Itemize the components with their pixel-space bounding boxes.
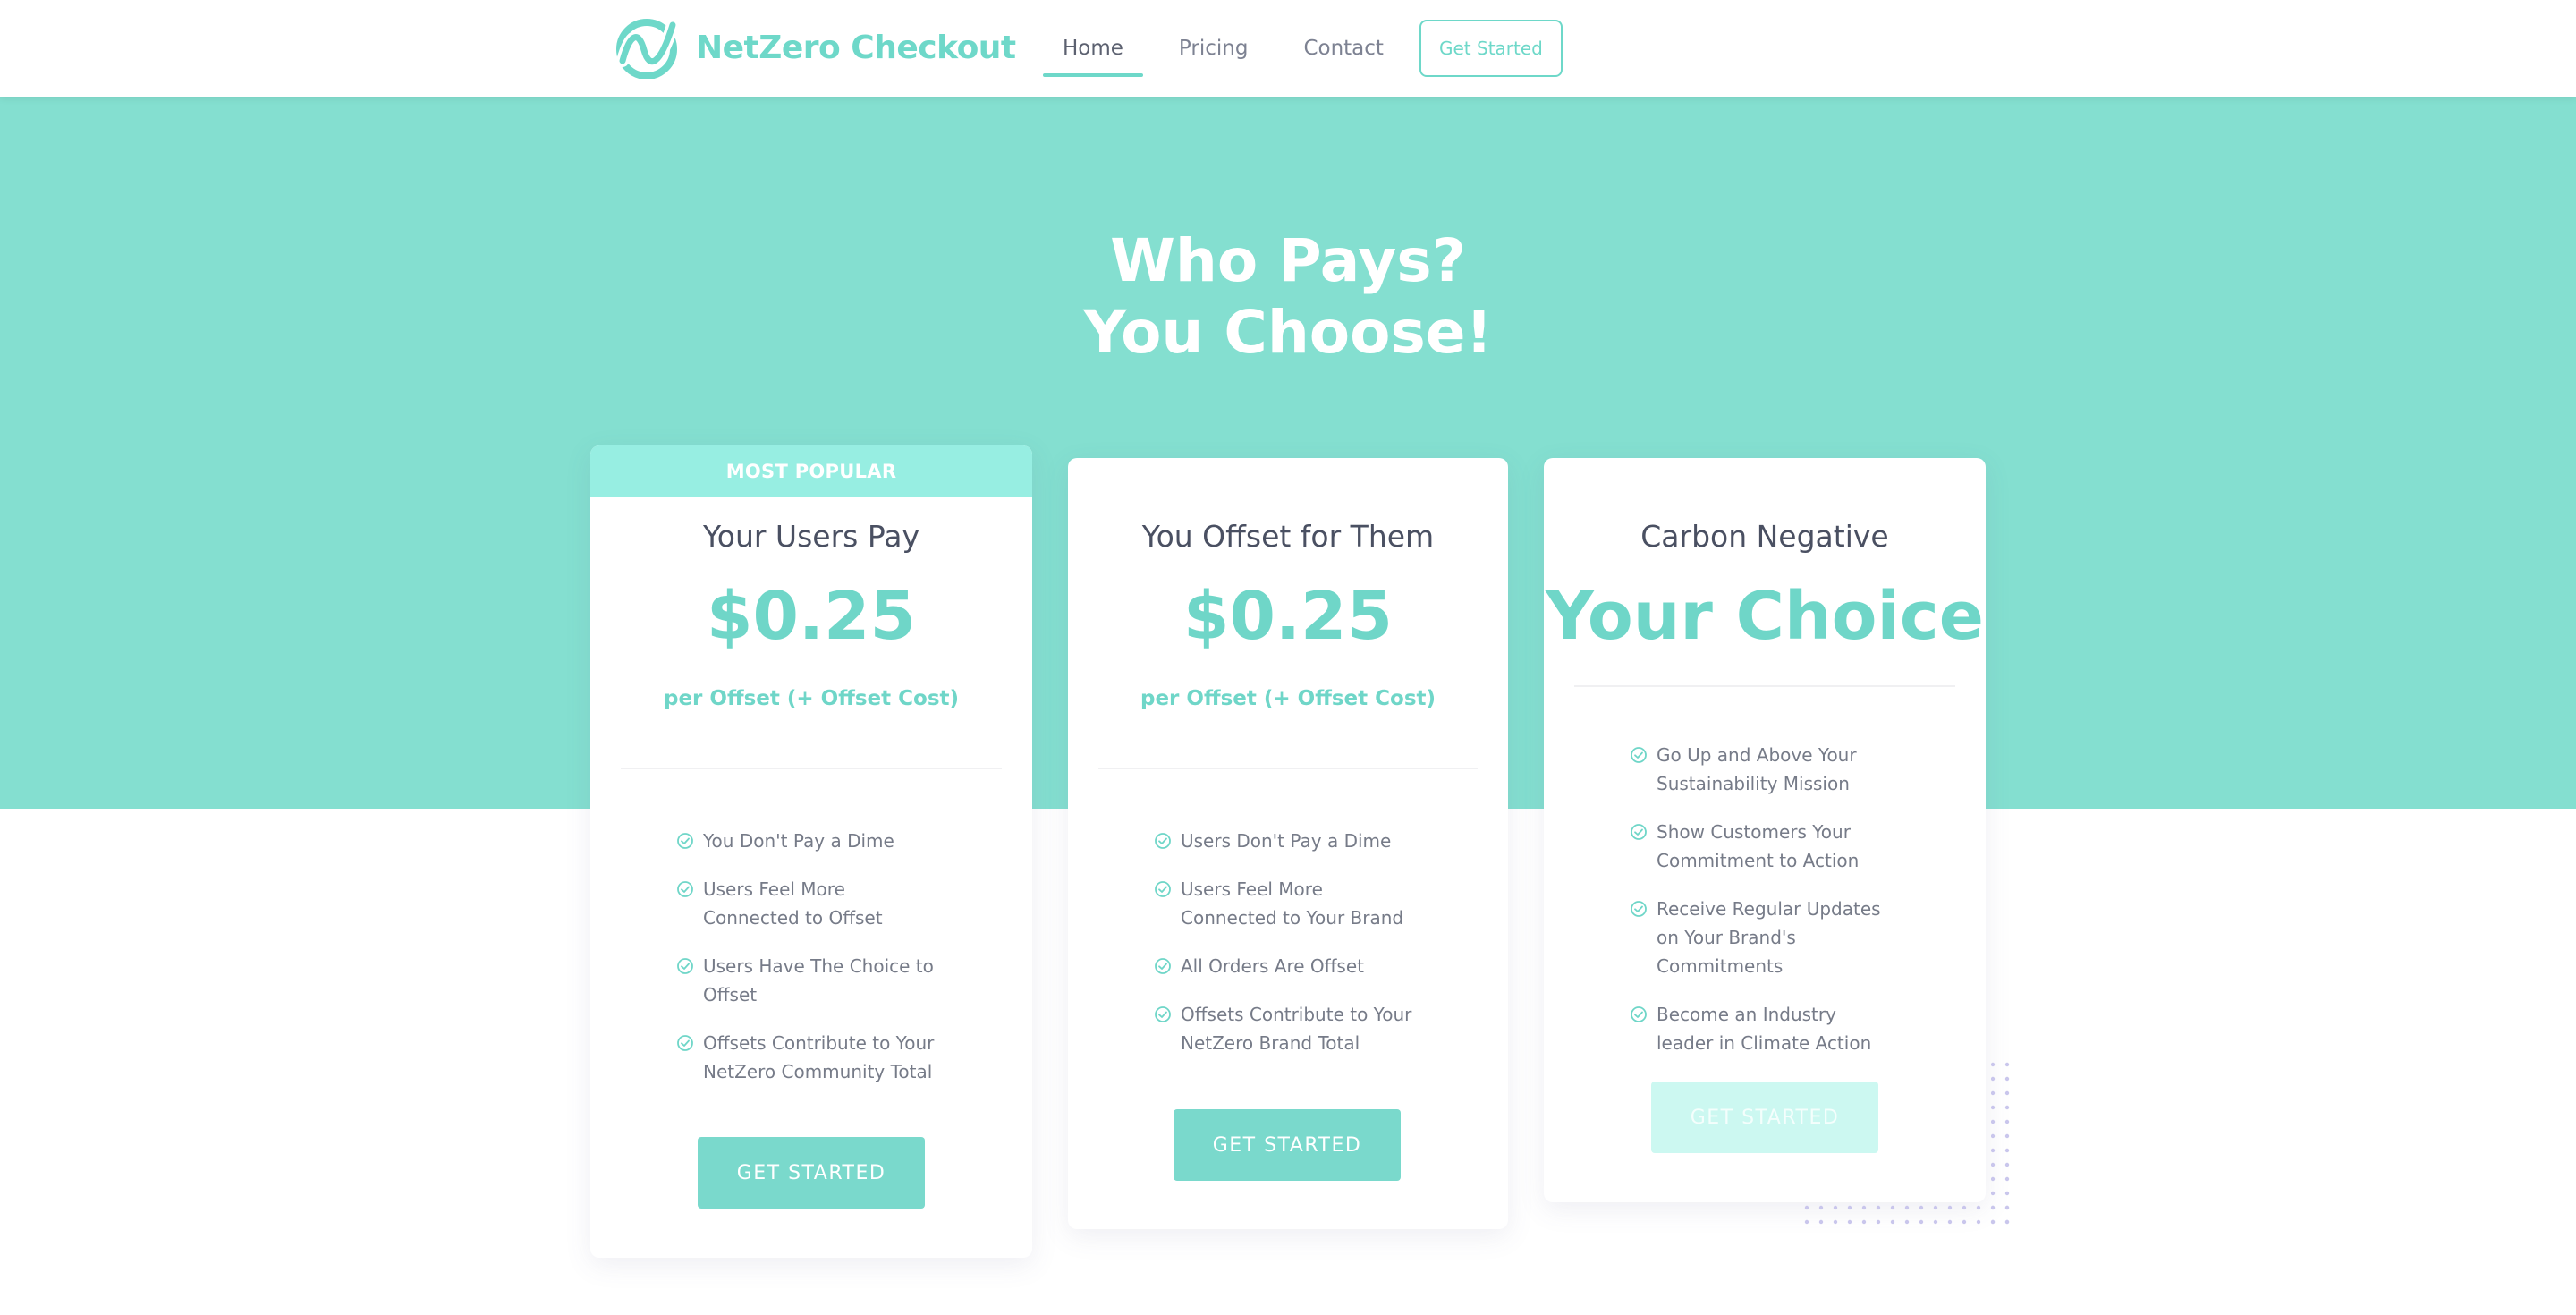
check-circle-icon xyxy=(1155,1006,1171,1022)
feature-text: Show Customers Your Commitment to Action xyxy=(1657,821,1860,871)
feature-text: You Don't Pay a Dime xyxy=(703,830,894,852)
brand-logo[interactable]: NetZero Checkout xyxy=(614,16,1016,79)
feature-text: Go Up and Above Your Sustainability Miss… xyxy=(1657,744,1857,794)
plan-price: $0.25 xyxy=(1182,578,1394,655)
hero-title-line1: Who Pays? xyxy=(1110,226,1466,295)
check-circle-icon xyxy=(677,881,693,897)
feature-item: Users Don't Pay a Dime xyxy=(1154,827,1422,855)
feature-list: Go Up and Above Your Sustainability Miss… xyxy=(1630,741,1898,1077)
plan-price-subtitle: per Offset (+ Offset Cost) xyxy=(1140,687,1436,710)
feature-item: Show Customers Your Commitment to Action xyxy=(1630,818,1898,875)
nav-pricing[interactable]: Pricing xyxy=(1179,0,1249,97)
feature-item: Users Feel More Connected to Offset xyxy=(676,875,945,932)
nav-home[interactable]: Home xyxy=(1043,0,1143,97)
feature-text: All Orders Are Offset xyxy=(1181,955,1364,977)
feature-item: Offsets Contribute to Your NetZero Commu… xyxy=(676,1029,945,1086)
check-circle-icon xyxy=(677,958,693,974)
card-divider xyxy=(1574,685,1955,687)
hero-title: Who Pays? You Choose! xyxy=(0,225,2576,369)
brand-name: NetZero Checkout xyxy=(696,29,1016,66)
feature-text: Users Have The Choice to Offset xyxy=(703,955,934,1005)
plan-price: Your Choice xyxy=(1546,578,1984,655)
plan-name: You Offset for Them xyxy=(1141,519,1435,554)
pricing-card-offset-for-them: You Offset for Them $0.25 per Offset (+ … xyxy=(1068,458,1508,1229)
site-header: NetZero Checkout Home Pricing Contact Ge… xyxy=(0,0,2576,97)
feature-item: Become an Industry leader in Climate Act… xyxy=(1630,1000,1898,1057)
check-circle-icon xyxy=(1155,881,1171,897)
feature-item: All Orders Are Offset xyxy=(1154,952,1422,980)
card-divider xyxy=(1098,768,1478,769)
feature-item: Users Have The Choice to Offset xyxy=(676,952,945,1009)
hero-title-line2: You Choose! xyxy=(1083,298,1493,367)
nav-contact[interactable]: Contact xyxy=(1303,0,1383,97)
feature-text: Users Feel More Connected to Offset xyxy=(703,878,883,929)
check-circle-icon xyxy=(677,1035,693,1051)
feature-text: Receive Regular Updates on Your Brand's … xyxy=(1657,898,1881,977)
plan-price: $0.25 xyxy=(706,578,917,655)
feature-list: You Don't Pay a Dime Users Feel More Con… xyxy=(676,827,945,1106)
get-started-button[interactable]: GET STARTED xyxy=(1174,1109,1401,1181)
most-popular-badge: MOST POPULAR xyxy=(590,445,1032,497)
decorative-dot-grid xyxy=(1803,1061,2014,1231)
plan-name: Carbon Negative xyxy=(1640,519,1889,554)
feature-text: Users Don't Pay a Dime xyxy=(1181,830,1392,852)
feature-text: Offsets Contribute to Your NetZero Brand… xyxy=(1181,1004,1412,1054)
feature-item: Go Up and Above Your Sustainability Miss… xyxy=(1630,741,1898,798)
main-nav: Home Pricing Contact Get Started xyxy=(1043,0,1563,97)
check-circle-icon xyxy=(1155,833,1171,849)
feature-text: Become an Industry leader in Climate Act… xyxy=(1657,1004,1872,1054)
check-circle-icon xyxy=(1631,824,1647,840)
check-circle-icon xyxy=(1631,747,1647,763)
get-started-nav-button[interactable]: Get Started xyxy=(1419,20,1563,77)
feature-item: Receive Regular Updates on Your Brand's … xyxy=(1630,895,1898,980)
feature-item: You Don't Pay a Dime xyxy=(676,827,945,855)
check-circle-icon xyxy=(1155,958,1171,974)
plan-price-subtitle: per Offset (+ Offset Cost) xyxy=(663,687,960,710)
pricing-card-users-pay: MOST POPULAR Your Users Pay $0.25 per Of… xyxy=(590,445,1032,1258)
feature-text: Users Feel More Connected to Your Brand xyxy=(1181,878,1404,929)
feature-item: Offsets Contribute to Your NetZero Brand… xyxy=(1154,1000,1422,1057)
get-started-button[interactable]: GET STARTED xyxy=(698,1137,925,1209)
netzero-logo-icon xyxy=(616,19,679,79)
plan-name: Your Users Pay xyxy=(702,519,919,554)
feature-item: Users Feel More Connected to Your Brand xyxy=(1154,875,1422,932)
card-divider xyxy=(621,768,1002,769)
check-circle-icon xyxy=(1631,1006,1647,1022)
feature-text: Offsets Contribute to Your NetZero Commu… xyxy=(703,1032,935,1082)
check-circle-icon xyxy=(677,833,693,849)
check-circle-icon xyxy=(1631,901,1647,917)
feature-list: Users Don't Pay a Dime Users Feel More C… xyxy=(1154,827,1422,1077)
